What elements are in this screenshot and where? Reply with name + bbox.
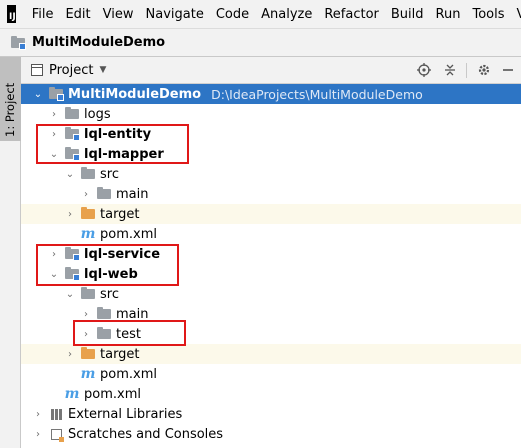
tree-item-label: lql-mapper xyxy=(84,146,164,162)
module-folder-icon xyxy=(64,247,80,261)
menu-tools[interactable]: Tools xyxy=(466,7,510,22)
project-tree: ⌄ MultiModuleDemo D:\IdeaProjects\MultiM… xyxy=(21,84,521,448)
tree-item-label: main xyxy=(116,186,149,202)
hide-panel-icon[interactable] xyxy=(500,62,516,78)
tree-row-lql-mapper[interactable]: ⌄ lql-mapper xyxy=(21,144,521,164)
tree-item-label: target xyxy=(100,346,140,362)
chevron-right-icon[interactable]: › xyxy=(32,408,44,420)
folder-icon xyxy=(80,287,96,301)
tree-item-label: External Libraries xyxy=(68,406,183,422)
menu-code[interactable]: Code xyxy=(210,7,255,22)
chevron-right-icon[interactable]: › xyxy=(80,188,92,200)
tree-item-label: pom.xml xyxy=(84,386,141,402)
menu-build[interactable]: Build xyxy=(385,7,430,22)
tree-row-lql-web[interactable]: ⌄ lql-web xyxy=(21,264,521,284)
menu-refactor[interactable]: Refactor xyxy=(318,7,385,22)
chevron-down-icon[interactable]: ⌄ xyxy=(48,268,60,280)
chevron-down-icon[interactable]: ⌄ xyxy=(48,148,60,160)
tree-row-scratches[interactable]: › Scratches and Consoles xyxy=(21,424,521,444)
tree-item-label: Scratches and Consoles xyxy=(68,426,224,442)
menu-run[interactable]: Run xyxy=(430,7,467,22)
maven-file-icon: m xyxy=(80,226,96,242)
tree-row-root[interactable]: ⌄ MultiModuleDemo D:\IdeaProjects\MultiM… xyxy=(21,84,521,104)
tree-row-logs[interactable]: › logs xyxy=(21,104,521,124)
module-folder-icon xyxy=(64,267,80,281)
tree-row-lql-service[interactable]: › lql-service xyxy=(21,244,521,264)
root-module-path: D:\IdeaProjects\MultiModuleDemo xyxy=(211,86,423,102)
chevron-right-icon[interactable]: › xyxy=(64,208,76,220)
chevron-right-icon[interactable]: › xyxy=(48,128,60,140)
folder-icon xyxy=(80,167,96,181)
project-tool-tab[interactable]: 1: Project xyxy=(0,57,21,141)
maven-file-icon: m xyxy=(64,386,80,402)
project-tool-tab-label: 1: Project xyxy=(3,82,17,137)
chevron-right-icon[interactable]: › xyxy=(80,308,92,320)
chevron-right-icon[interactable]: › xyxy=(48,248,60,260)
tree-row-root-pom[interactable]: m pom.xml xyxy=(21,384,521,404)
project-view-icon xyxy=(31,64,43,76)
tree-item-label: pom.xml xyxy=(100,366,157,382)
tree-row-mapper-pom[interactable]: m pom.xml xyxy=(21,224,521,244)
locate-icon[interactable] xyxy=(416,62,432,78)
chevron-down-icon[interactable]: ⌄ xyxy=(32,88,44,100)
intellij-logo-icon: IJ xyxy=(7,5,16,23)
tree-item-label: src xyxy=(100,286,119,302)
project-panel-header: Project ▼ xyxy=(21,57,521,84)
tree-row-web-target[interactable]: › target xyxy=(21,344,521,364)
tree-item-label: test xyxy=(116,326,141,342)
excluded-folder-icon xyxy=(80,347,96,361)
panel-title[interactable]: Project xyxy=(49,63,93,78)
excluded-folder-icon xyxy=(80,207,96,221)
folder-icon xyxy=(96,307,112,321)
module-folder-icon xyxy=(64,147,80,161)
project-folder-icon xyxy=(10,35,26,50)
tree-item-label: pom.xml xyxy=(100,226,157,242)
chevron-right-icon[interactable]: › xyxy=(80,328,92,340)
tree-row-lql-entity[interactable]: › lql-entity xyxy=(21,124,521,144)
tree-row-external-libraries[interactable]: › External Libraries xyxy=(21,404,521,424)
tree-item-label: lql-entity xyxy=(84,126,152,142)
libraries-icon xyxy=(48,407,64,421)
tree-row-web-src[interactable]: ⌄ src xyxy=(21,284,521,304)
chevron-down-icon[interactable]: ⌄ xyxy=(64,168,76,180)
tree-row-web-main[interactable]: › main xyxy=(21,304,521,324)
tree-item-label: src xyxy=(100,166,119,182)
chevron-right-icon[interactable]: › xyxy=(48,108,60,120)
root-module-name: MultiModuleDemo xyxy=(68,86,202,102)
chevron-right-icon[interactable]: › xyxy=(32,428,44,440)
chevron-down-icon[interactable]: ⌄ xyxy=(64,288,76,300)
menu-bar: IJ File Edit View Navigate Code Analyze … xyxy=(0,0,521,28)
menu-analyze[interactable]: Analyze xyxy=(255,7,318,22)
settings-icon[interactable] xyxy=(476,62,492,78)
menu-file[interactable]: File xyxy=(26,7,60,22)
menu-view[interactable]: View xyxy=(97,7,140,22)
tree-row-mapper-src[interactable]: ⌄ src xyxy=(21,164,521,184)
chevron-down-icon[interactable]: ▼ xyxy=(99,65,106,75)
menu-vcs[interactable]: VCS xyxy=(511,7,521,22)
tree-item-label: lql-web xyxy=(84,266,138,282)
tree-item-label: target xyxy=(100,206,140,222)
folder-icon xyxy=(96,187,112,201)
tree-item-label: logs xyxy=(84,106,111,122)
scratches-icon xyxy=(48,427,64,442)
header-separator xyxy=(466,63,467,78)
collapse-all-icon[interactable] xyxy=(442,62,458,78)
breadcrumb-project[interactable]: MultiModuleDemo xyxy=(32,35,165,50)
menu-navigate[interactable]: Navigate xyxy=(140,7,210,22)
tree-row-mapper-target[interactable]: › target xyxy=(21,204,521,224)
menu-edit[interactable]: Edit xyxy=(59,7,96,22)
module-folder-icon xyxy=(48,87,64,101)
tree-row-web-test[interactable]: › test xyxy=(21,324,521,344)
folder-icon xyxy=(96,327,112,341)
tree-row-mapper-main[interactable]: › main xyxy=(21,184,521,204)
module-folder-icon xyxy=(64,127,80,141)
tree-item-label: lql-service xyxy=(84,246,161,262)
maven-file-icon: m xyxy=(80,366,96,382)
navigation-bar: MultiModuleDemo xyxy=(0,28,521,57)
tree-item-label: main xyxy=(116,306,149,322)
folder-icon xyxy=(64,107,80,121)
chevron-right-icon[interactable]: › xyxy=(64,348,76,360)
tree-row-web-pom[interactable]: m pom.xml xyxy=(21,364,521,384)
left-tool-stripe: 1: Project xyxy=(0,57,21,448)
